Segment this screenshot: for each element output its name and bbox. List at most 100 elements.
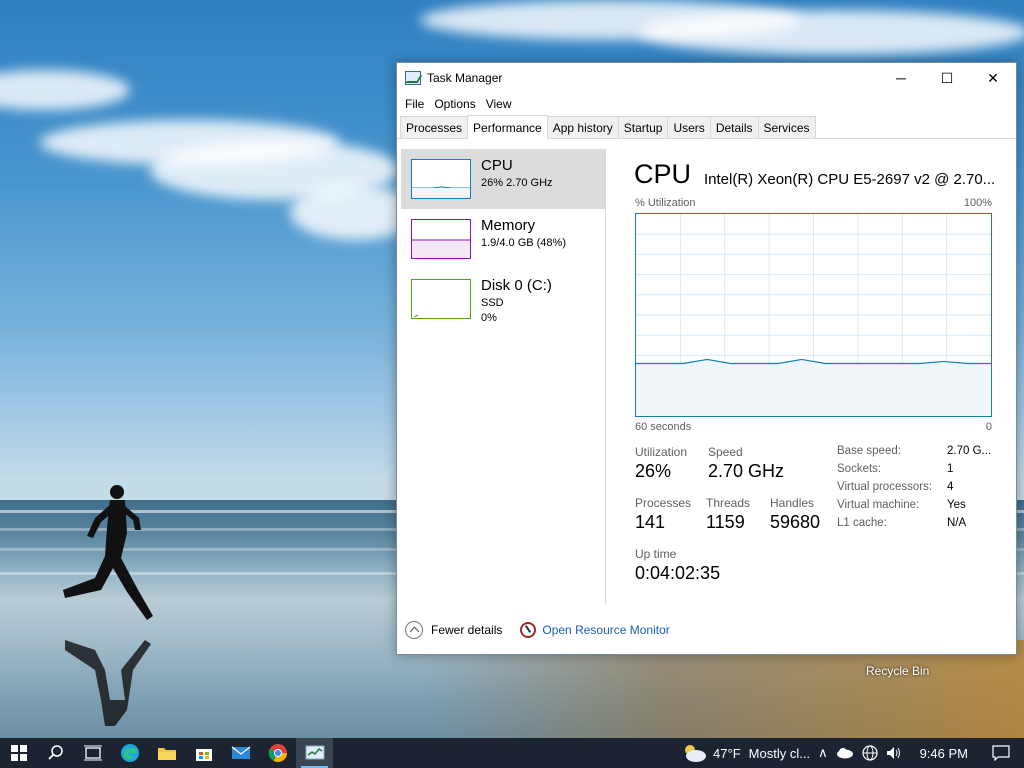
performance-panel: CPU 26% 2.70 GHz Memory 1.9/4.0 GB (48%)… (397, 139, 1016, 604)
utilization-area (636, 359, 991, 416)
cpu-mini-graph (411, 159, 471, 199)
task-manager-icon (305, 745, 324, 760)
tab-startup[interactable]: Startup (617, 116, 669, 138)
speed-value: 2.70 GHz (708, 461, 785, 481)
minimize-button[interactable]: ─ (878, 63, 924, 93)
base-speed-value: 2.70 G... (947, 445, 992, 457)
weather-condition: Mostly cl... (748, 745, 811, 761)
tab-users[interactable]: Users (667, 116, 711, 138)
runner-reflection (65, 640, 151, 726)
sidebar-item-cpu[interactable]: CPU 26% 2.70 GHz (401, 149, 605, 209)
sidebar-disk-usage: 0% (481, 312, 497, 324)
onedrive-cloud-icon (836, 748, 853, 759)
maximize-button[interactable]: ☐ (924, 63, 970, 93)
system-tray: 47°F Mostly cl... ∧ 9:46 PM (677, 738, 1024, 768)
footer-bar: Fewer details Open Resource Monitor (397, 615, 1016, 645)
window-title: Task Manager (427, 71, 503, 85)
task-view-button[interactable] (74, 738, 111, 768)
resource-list: CPU 26% 2.70 GHz Memory 1.9/4.0 GB (48%)… (401, 149, 606, 604)
graph-time-right: 0 (985, 421, 992, 433)
store-button[interactable] (185, 738, 222, 768)
l1-cache-value: N/A (947, 517, 967, 529)
sidebar-disk-sub: SSD 0% (481, 296, 504, 326)
menu-view[interactable]: View (481, 97, 517, 111)
sockets-label: Sockets: (837, 463, 882, 475)
start-button[interactable] (0, 738, 37, 768)
task-manager-window: Task Manager ─ ☐ ✕ File Options View Pro… (396, 62, 1017, 655)
task-manager-icon (405, 71, 421, 85)
weather-temperature: 47°F (713, 745, 741, 761)
volume-button[interactable] (882, 746, 906, 760)
handles-label: Handles (770, 496, 815, 510)
chrome-button[interactable] (259, 738, 296, 768)
clock[interactable]: 9:46 PM (906, 746, 982, 761)
network-button[interactable] (858, 745, 882, 761)
sockets-value: 1 (947, 463, 954, 475)
cloud (640, 10, 1024, 55)
processes-label: Processes (635, 496, 692, 510)
menu-file[interactable]: File (400, 97, 429, 111)
cpu-heading: CPU (634, 159, 692, 189)
open-resource-monitor-link[interactable]: Open Resource Monitor (502, 622, 670, 638)
show-hidden-icons-button[interactable]: ∧ (814, 745, 832, 761)
task-view-icon (83, 745, 102, 761)
processes-value: 141 (635, 512, 666, 532)
weather-cloud-moon-icon (685, 745, 707, 762)
tab-app-history[interactable]: App history (546, 116, 619, 138)
virtual-machine-value: Yes (947, 499, 966, 511)
tab-performance[interactable]: Performance (467, 115, 548, 139)
cpu-model-name: Intel(R) Xeon(R) CPU E5-2697 v2 @ 2.70..… (704, 171, 994, 188)
sidebar-item-memory[interactable]: Memory 1.9/4.0 GB (48%) (401, 209, 605, 269)
taskbar: 47°F Mostly cl... ∧ 9:46 PM (0, 738, 1024, 768)
speaker-icon (886, 747, 900, 759)
sidebar-memory-sub: 1.9/4.0 GB (48%) (481, 237, 566, 249)
search-button[interactable] (37, 738, 74, 768)
notification-icon (992, 745, 1010, 761)
store-icon (195, 749, 212, 761)
fewer-details-button[interactable]: Fewer details (397, 621, 502, 639)
weather-widget[interactable]: 47°F Mostly cl... (677, 743, 814, 763)
chevron-up-icon (405, 621, 423, 639)
clock-time: 9:46 PM (919, 745, 968, 761)
graph-label-utilization: % Utilization (635, 197, 696, 209)
menu-options[interactable]: Options (429, 97, 480, 111)
base-speed-label: Base speed: (837, 445, 901, 457)
memory-mini-graph (411, 219, 471, 259)
title-bar[interactable]: Task Manager ─ ☐ ✕ (397, 63, 1016, 93)
l1-cache-label: L1 cache: (837, 517, 887, 529)
onedrive-button[interactable] (832, 747, 858, 759)
sidebar-cpu-sub: 26% 2.70 GHz (481, 177, 553, 189)
uptime-value: 0:04:02:35 (635, 563, 721, 583)
tab-strip: Processes Performance App history Startu… (397, 115, 1016, 139)
search-icon (47, 745, 63, 760)
windows-logo-icon (10, 745, 27, 761)
fewer-details-label: Fewer details (431, 623, 503, 637)
file-explorer-button[interactable] (148, 738, 185, 768)
sidebar-cpu-name: CPU (481, 157, 513, 174)
tab-processes[interactable]: Processes (400, 116, 469, 138)
threads-label: Threads (706, 496, 751, 510)
edge-button[interactable] (111, 738, 148, 768)
runner-silhouette (63, 485, 153, 620)
mail-icon (231, 746, 250, 759)
disk-mini-graph (411, 279, 471, 319)
chrome-icon (268, 744, 287, 763)
graph-time-left: 60 seconds (635, 421, 692, 433)
tab-details[interactable]: Details (709, 116, 759, 138)
folder-icon (157, 748, 176, 760)
threads-value: 1159 (706, 512, 745, 532)
recycle-bin-label[interactable]: Recycle Bin (866, 664, 929, 678)
utilization-value: 26% (635, 461, 672, 481)
tab-services[interactable]: Services (757, 116, 816, 138)
virtual-processors-label: Virtual processors: (837, 481, 933, 493)
speed-label: Speed (708, 445, 743, 459)
close-button[interactable]: ✕ (970, 63, 1016, 93)
sidebar-memory-name: Memory (481, 217, 536, 234)
mail-button[interactable] (222, 738, 259, 768)
menu-bar: File Options View (397, 93, 1016, 115)
utilization-label: Utilization (635, 445, 688, 459)
handles-value: 59680 (770, 512, 821, 532)
sidebar-item-disk[interactable]: Disk 0 (C:) SSD 0% (401, 269, 605, 329)
task-manager-taskbar-button[interactable] (296, 738, 333, 768)
action-center-button[interactable] (982, 745, 1024, 761)
